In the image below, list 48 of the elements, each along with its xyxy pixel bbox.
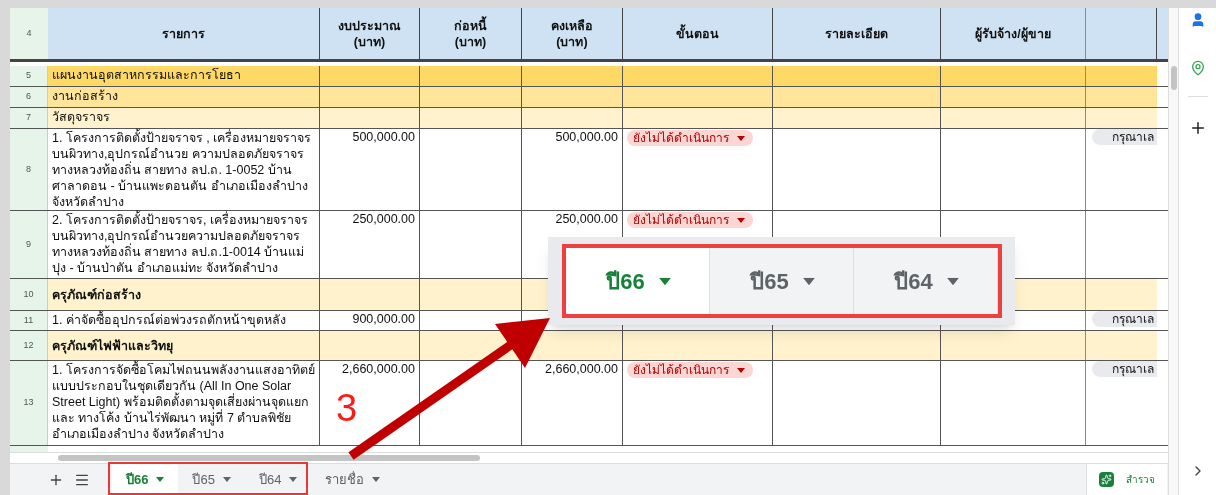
map-pin-icon[interactable] [1189,60,1206,76]
column-header: คงเหลือ (บาท) [551,17,593,50]
status-chip[interactable]: ยังไม่ได้ดำเนินการ [627,212,753,228]
column-header: รายการ [162,25,205,42]
status-chip[interactable]: ยังไม่ได้ดำเนินการ [627,130,753,146]
column-header: งบประมาณ (บาท) [338,17,401,50]
budget-cell: 2,660,000.00 [342,362,415,376]
caret-icon [222,477,231,482]
column-header: ก่อหนี้ (บาท) [454,17,487,50]
column-header: รายละเอียด [825,25,888,42]
caret-icon [156,477,165,482]
budget-cell: 250,000.00 [352,212,415,226]
status-chip[interactable]: ยังไม่ได้ดำเนินการ [627,362,753,378]
row-number[interactable]: 5 [10,66,48,86]
caret-icon [289,477,298,482]
row-number[interactable]: 8 [10,129,48,210]
budget-cell: 500,000.00 [352,130,415,144]
caret-icon [737,135,745,141]
item-cell: วัสดุจราจร [52,110,110,124]
horizontal-scrollbar[interactable] [58,455,480,461]
sparkle-icon [1099,472,1114,487]
dropdown-chip[interactable]: กรุณาเล [1092,361,1157,377]
sheet-tab[interactable]: ปี66 [112,464,179,495]
caret-icon [372,477,381,482]
column-header: ผู้รับจ้าง/ผู้ขาย [975,25,1051,42]
item-cell: แผนงานอุตสาหกรรมและการโยธา [52,68,241,82]
dropdown-chip[interactable]: กรุณาเล [1092,311,1157,327]
item-cell: ครุภัณฑ์ไฟฟ้าและวิทยุ [52,338,173,354]
dropdown-chip[interactable]: กรุณาเล [1092,129,1157,145]
item-cell: ครุภัณฑ์ก่อสร้าง [52,287,141,303]
row-number[interactable]: 9 [10,211,48,278]
remaining-cell: 250,000.00 [555,212,618,226]
row-number[interactable]: 13 [10,361,48,445]
item-cell: งานก่อสร้าง [52,89,118,103]
row-number[interactable]: 10 [10,279,48,310]
remaining-cell: 2,660,000.00 [545,362,618,376]
row-number[interactable]: 11 [10,311,48,330]
vertical-scrollbar[interactable] [1170,66,1177,90]
step-number: 3 [336,388,358,428]
row-number[interactable]: 7 [10,108,48,128]
caret-icon [737,217,745,223]
row-number[interactable]: 4 [10,8,48,59]
column-header: ขั้นตอน [676,25,719,42]
row-number[interactable]: 12 [10,331,48,360]
row-number[interactable]: 6 [10,87,48,107]
remaining-cell: 500,000.00 [555,130,618,144]
caret-icon [737,367,745,373]
budget-cell: 900,000.00 [352,312,415,326]
